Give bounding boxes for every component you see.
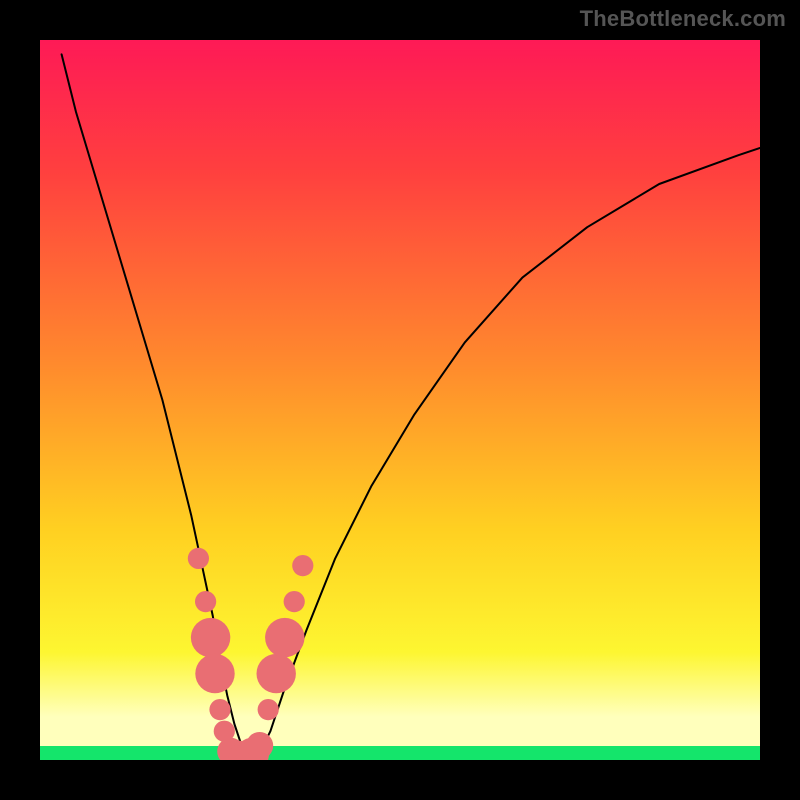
curve-marker [246, 732, 273, 759]
curve-marker [292, 555, 313, 576]
watermark-text: TheBottleneck.com [580, 6, 786, 32]
gradient-bg [40, 40, 760, 760]
green-band [40, 746, 760, 760]
curve-marker [265, 618, 304, 657]
curve-marker [284, 591, 305, 612]
curve-marker [195, 654, 234, 693]
plot-area [40, 40, 760, 760]
chart-svg [40, 40, 760, 760]
curve-marker [257, 654, 296, 693]
curve-marker [195, 591, 216, 612]
chart-root: TheBottleneck.com [0, 0, 800, 800]
curve-marker [258, 699, 279, 720]
curve-marker [191, 618, 230, 657]
curve-marker [209, 699, 230, 720]
curve-marker [188, 548, 209, 569]
